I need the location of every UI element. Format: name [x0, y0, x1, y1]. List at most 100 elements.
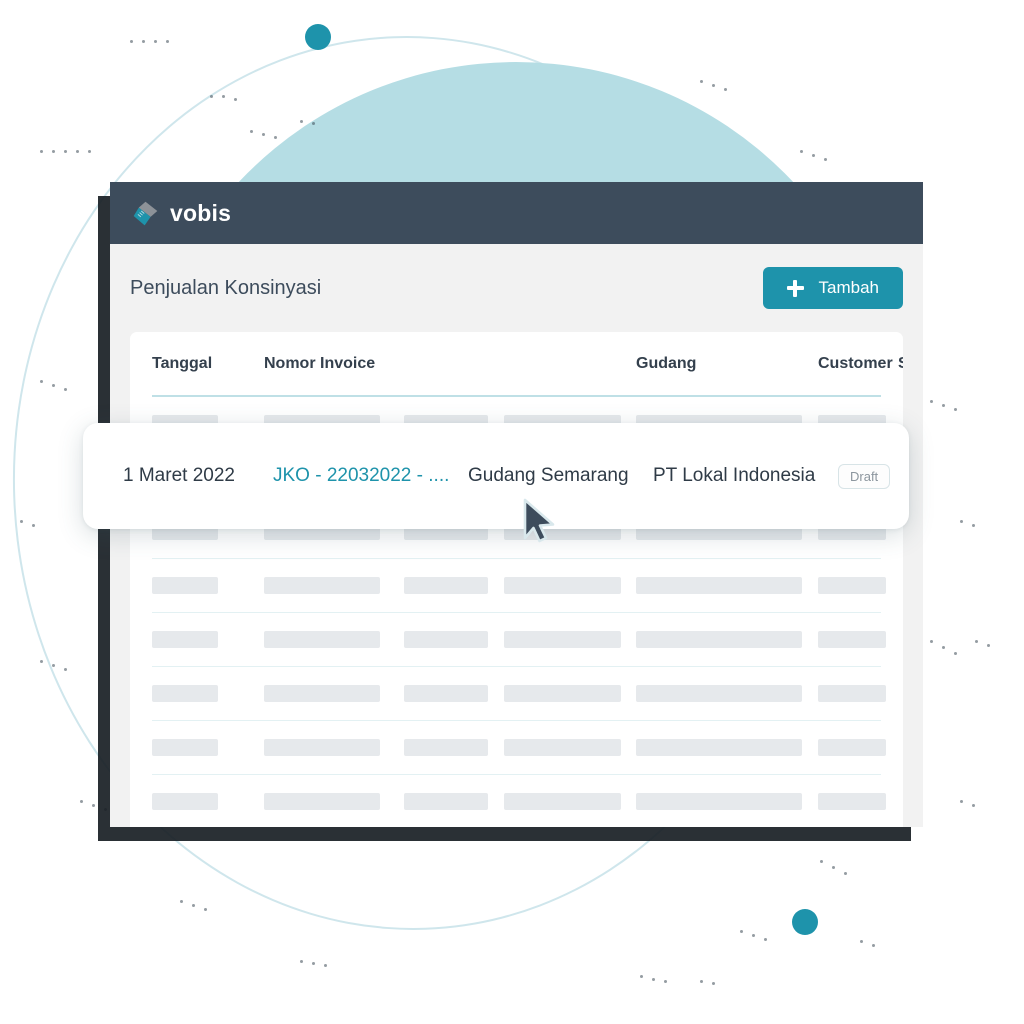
add-button[interactable]: Tambah: [762, 267, 903, 309]
table-header-row: Tanggal Nomor Invoice Gudang Customer St…: [152, 332, 903, 397]
skeleton-bar: [504, 793, 621, 810]
table-cell: [264, 739, 404, 756]
speckle-dot: [954, 408, 957, 411]
speckle-dot: [700, 980, 703, 983]
speckle-dot: [64, 668, 67, 671]
cell-invoice-link[interactable]: JKO - 22032022 - ....: [273, 465, 468, 487]
page-content: Penjualan Konsinyasi Tambah Tanggal Nomo…: [110, 244, 923, 827]
table-cell: [404, 577, 504, 594]
highlighted-table-row[interactable]: 1 Maret 2022 JKO - 22032022 - .... Gudan…: [83, 423, 909, 529]
speckle-dot: [652, 978, 655, 981]
speckle-dot: [64, 388, 67, 391]
table-cell: [636, 739, 818, 756]
skeleton-bar: [818, 739, 886, 756]
skeleton-bar: [818, 631, 886, 648]
speckle-dot: [942, 646, 945, 649]
speckle-dot: [812, 154, 815, 157]
app-titlebar: vobis: [110, 182, 923, 244]
cell-status: Draft: [838, 463, 891, 489]
speckle-dot: [954, 652, 957, 655]
column-header-customer[interactable]: Customer: [818, 355, 898, 373]
cell-customer: PT Lokal Indonesia: [653, 465, 816, 486]
speckle-dot: [640, 975, 643, 978]
table-cell: [264, 793, 404, 810]
skeleton-bar: [404, 685, 488, 702]
table-row[interactable]: [152, 613, 886, 667]
skeleton-bar: [264, 793, 380, 810]
speckle-dot: [960, 800, 963, 803]
speckle-dot: [930, 400, 933, 403]
skeleton-bar: [636, 685, 802, 702]
skeleton-bar: [152, 685, 218, 702]
speckle-dot: [800, 150, 803, 153]
speckle-dot: [32, 524, 35, 527]
skeleton-bar: [152, 793, 218, 810]
speckle-dot: [204, 908, 207, 911]
skeleton-bar: [264, 739, 380, 756]
skeleton-bar: [404, 631, 488, 648]
diamond-logo-icon: [132, 200, 159, 227]
skeleton-bar: [636, 577, 802, 594]
cell-gudang: Gudang Semarang: [468, 465, 629, 486]
speckle-dot: [76, 150, 79, 153]
speckle-dot: [740, 930, 743, 933]
column-header-status[interactable]: Status: [898, 355, 903, 373]
skeleton-bar: [818, 793, 886, 810]
skeleton-bar: [264, 577, 380, 594]
speckle-dot: [832, 866, 835, 869]
speckle-dot: [700, 80, 703, 83]
table-cell: [152, 739, 264, 756]
cell-tanggal: 1 Maret 2022: [123, 465, 235, 486]
skeleton-bar: [636, 739, 802, 756]
page-header: Penjualan Konsinyasi Tambah: [130, 244, 903, 332]
skeleton-bar: [504, 577, 621, 594]
table-cell: [504, 739, 636, 756]
table-cell: [504, 631, 636, 648]
speckle-dot: [154, 40, 157, 43]
speckle-dot: [52, 664, 55, 667]
skeleton-bar: [818, 685, 886, 702]
speckle-dot: [752, 934, 755, 937]
skeleton-bar: [152, 631, 218, 648]
skeleton-bar: [636, 793, 802, 810]
table-cell: [818, 739, 898, 756]
table-cell: [636, 685, 818, 702]
speckle-dot: [712, 982, 715, 985]
table-row[interactable]: [152, 775, 886, 827]
speckle-dot: [80, 800, 83, 803]
table-cell: [504, 577, 636, 594]
speckle-dot: [52, 384, 55, 387]
speckle-dot: [40, 380, 43, 383]
skeleton-bar: [818, 577, 886, 594]
table-cell: [636, 577, 818, 594]
speckle-dot: [972, 804, 975, 807]
speckle-dot: [844, 872, 847, 875]
accent-dot-bottom-right: [792, 909, 818, 935]
table-cell: [404, 739, 504, 756]
speckle-dot: [724, 88, 727, 91]
speckle-dot: [300, 120, 303, 123]
table-row[interactable]: [152, 559, 886, 613]
plus-icon: [786, 279, 804, 297]
speckle-dot: [104, 808, 107, 811]
table-cell: [152, 631, 264, 648]
speckle-dot: [250, 130, 253, 133]
table-cell: [152, 577, 264, 594]
table-cell: [636, 631, 818, 648]
table-cell: [818, 793, 898, 810]
column-header-invoice[interactable]: Nomor Invoice: [264, 355, 404, 373]
speckle-dot: [222, 95, 225, 98]
speckle-dot: [210, 95, 213, 98]
speckle-dot: [20, 520, 23, 523]
speckle-dot: [312, 122, 315, 125]
brand-logo[interactable]: vobis: [132, 200, 231, 227]
table-row[interactable]: [152, 667, 886, 721]
table-row[interactable]: [152, 721, 886, 775]
speckle-dot: [180, 900, 183, 903]
speckle-dot: [712, 84, 715, 87]
table-cell: [818, 631, 898, 648]
speckle-dot: [860, 940, 863, 943]
column-header-gudang[interactable]: Gudang: [636, 355, 818, 373]
skeleton-bar: [152, 739, 218, 756]
column-header-tanggal[interactable]: Tanggal: [152, 355, 264, 373]
